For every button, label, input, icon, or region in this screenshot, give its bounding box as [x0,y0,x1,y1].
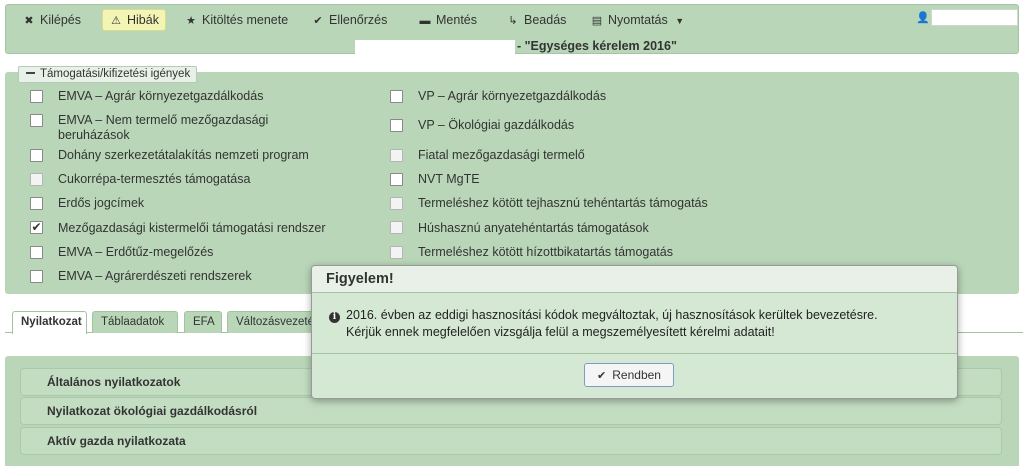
ok-button-label: Rendben [612,368,661,382]
submit-button[interactable]: ↳ Beadás [500,9,572,31]
label-dohany: Dohány szerkezetátalakítás nemzeti progr… [58,148,309,162]
check-icon: ✔ [313,15,323,27]
checkbox-emva-agrar[interactable] [30,90,43,103]
checkbox-cukorrepa[interactable] [30,173,43,186]
label-erdotuz: EMVA – Erdőtűz-megelőzés [58,245,214,259]
user-name-field [931,9,1018,26]
label-vp-agrar: VP – Agrár környezetgazdálkodás [418,89,607,103]
submit-label: Beadás [524,13,567,27]
dialog-separator [312,353,957,354]
label-agrarerdeszeti: EMVA – Agrárerdészeti rendszerek [58,269,252,283]
save-icon: ▬ [419,15,431,27]
applicant-name-redacted [355,39,515,54]
tab-valtozasvezetes[interactable]: Változásvezetés [227,311,317,333]
label-vp-okologiai: VP – Ökológiai gazdálkodás [418,118,575,132]
checkbox-vp-agrar[interactable] [390,90,403,103]
chevron-down-icon: ▼ [675,16,685,26]
checkbox-nvt-mgte[interactable] [390,173,403,186]
tab-nyilatkozat[interactable]: Nyilatkozat [12,311,87,334]
warning-dialog: Figyelem! i 2016. évben az eddigi hasznos… [311,265,958,399]
print-button[interactable]: ▤ Nyomtatás ▼ [584,9,690,31]
errors-label: Hibák [127,13,159,27]
label-nvt-mgte: NVT MgTE [418,172,480,186]
checkbox-dohany[interactable] [30,149,43,162]
dialog-message-line1: 2016. évben az eddigi hasznosítási kódok… [346,308,878,322]
filling-guide-label: Kitöltés menete [202,13,289,27]
send-icon: ↳ [508,15,518,27]
accordion-item-active-farmer[interactable]: Aktív gazda nyilatkozata [20,427,1002,455]
label-kistermeloi: Mezőgazdasági kistermelői támogatási ren… [58,221,326,235]
exit-button[interactable]: ✖ Kilépés [16,9,87,31]
checkbox-hizottbika[interactable] [390,246,403,259]
check-icon: ✔ [597,370,607,382]
user-icon: 👤 [916,12,930,24]
checkbox-hushasznu[interactable] [390,221,403,234]
dialog-message-line2: Kérjük ennek megfelelően vizsgálja felül… [346,325,775,339]
page-bottom [0,466,1023,472]
save-button[interactable]: ▬ Mentés [412,9,483,31]
page-title-text: - "Egységes kérelem 2016" [517,39,677,53]
toolbar: ✖ Kilépés ⚠ Hibák ★ Kitöltés menete ✔ Ellenő… [5,4,1019,54]
label-cukorrepa: Cukorrépa-termesztés támogatása [58,172,251,186]
ok-button[interactable]: ✔ Rendben [584,363,674,387]
checkbox-vp-okologiai[interactable] [390,119,403,132]
label-hushasznu: Húshasznú anyatehéntartás támogatások [418,221,649,235]
close-icon: ✖ [24,15,34,27]
tab-efa[interactable]: EFA [184,311,222,333]
checkbox-erdos[interactable] [30,197,43,210]
collapse-icon [26,71,35,74]
tab-tablaadatok[interactable]: Táblaadatok [92,311,178,333]
exit-label: Kilépés [40,13,81,27]
checkbox-emva-nem-termelo[interactable] [30,114,43,127]
checkbox-kistermeloi[interactable]: ✔ [30,221,43,234]
accordion-item-ecological[interactable]: Nyilatkozat ökológiai gazdálkodásról [20,397,1002,425]
info-icon: i [329,312,340,323]
checkbox-agrarerdeszeti[interactable] [30,270,43,283]
warning-icon: ⚠ [111,15,121,27]
page-title: - "Egységes kérelem 2016" [355,38,677,54]
errors-button[interactable]: ⚠ Hibák [102,9,166,31]
check-label: Ellenőrzés [329,13,388,27]
checkbox-erdotuz[interactable] [30,246,43,259]
dialog-title[interactable]: Figyelem! [312,266,957,293]
star-icon: ★ [186,15,196,27]
checkbox-tejhasznu[interactable] [390,197,403,210]
checkbox-fiatal[interactable] [390,149,403,162]
label-emva-agrar: EMVA – Agrár környezetgazdálkodás [58,89,264,103]
filling-guide-button[interactable]: ★ Kitöltés menete [178,9,294,31]
label-hizottbika: Termeléshez kötött hízottbikatartás támo… [418,245,673,259]
print-icon: ▤ [591,15,603,27]
dialog-message: i 2016. évben az eddigi hasznosítási kódo… [329,307,949,341]
checkmark-icon: ✔ [31,220,42,234]
label-fiatal: Fiatal mezőgazdasági termelő [418,148,585,162]
label-erdos: Erdős jogcímek [58,196,145,210]
label-emva-nem-termelo: EMVA – Nem termelő mezőgazdasági beruház… [58,113,269,142]
support-claims-legend[interactable]: Támogatási/kifizetési igények [18,66,198,83]
print-label: Nyomtatás [608,13,668,27]
label-tejhasznu: Termeléshez kötött tejhasznú tehéntartás… [418,196,708,210]
legend-label: Támogatási/kifizetési igények [40,68,191,80]
save-label: Mentés [436,13,477,27]
check-button[interactable]: ✔ Ellenőrzés [305,9,393,31]
